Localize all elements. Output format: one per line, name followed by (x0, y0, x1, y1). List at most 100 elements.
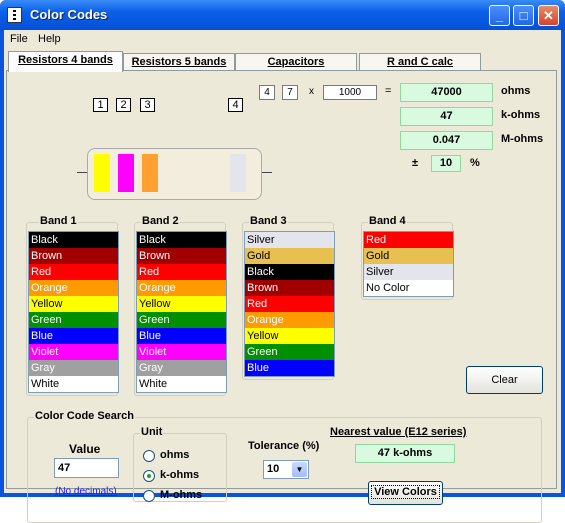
app-window: Color Codes _ □ ✕ File Help Resistors 4 … (0, 0, 565, 523)
tab-panel: 4 7 x 1000 = 47000 ohms 47 k-ohms 0.047 … (6, 70, 557, 523)
menu-file[interactable]: File (10, 33, 28, 45)
band-color-item[interactable]: Red (29, 264, 118, 280)
tolerance-selected-value: 10 (267, 463, 280, 475)
band-color-item[interactable]: Red (137, 264, 226, 280)
band2-group: Band 2 Black Brown Red Orange Yellow Green Blu… (134, 215, 227, 396)
nearest-value: 47 k-ohms (355, 444, 455, 463)
times-sign: x (309, 86, 314, 97)
band-color-item[interactable]: Silver (245, 232, 334, 248)
unit-kohms-radio[interactable] (143, 470, 155, 482)
kohms-value: 47 (400, 107, 493, 126)
kohms-unit: k-ohms (501, 109, 541, 121)
band-color-item[interactable]: Blue (245, 360, 334, 376)
title-bar[interactable]: Color Codes _ □ ✕ (0, 0, 565, 30)
minimize-button[interactable]: _ (489, 5, 510, 26)
tolerance-label: Tolerance (%) (248, 440, 320, 452)
digit1-box: 4 (259, 85, 275, 100)
tab-r-and-c-calc[interactable]: R and C calc (359, 53, 481, 71)
ohms-value: 47000 (400, 83, 493, 102)
band-label-1: 1 (93, 98, 108, 112)
band2-list[interactable]: Black Brown Red Orange Yellow Green Blue Violet… (136, 231, 227, 393)
band-color-item[interactable]: Orange (245, 312, 334, 328)
band-color-item[interactable]: Green (245, 344, 334, 360)
band-color-item[interactable]: Red (245, 296, 334, 312)
close-icon: ✕ (543, 8, 554, 23)
menu-help[interactable]: Help (38, 33, 61, 45)
minimize-icon: _ (495, 8, 504, 23)
tab-resistors-4-bands[interactable]: Resistors 4 bands (8, 51, 123, 72)
resistor-band-4 (230, 154, 246, 192)
band-color-item[interactable]: Brown (245, 280, 334, 296)
resistor-drawing (77, 148, 272, 200)
clear-button[interactable]: Clear (466, 366, 543, 394)
band-color-item[interactable]: Green (29, 312, 118, 328)
unit-mohms-label[interactable]: M-ohms (160, 489, 202, 501)
band-color-item[interactable]: Black (245, 264, 334, 280)
tolerance-select[interactable]: 10 ▼ (263, 460, 309, 479)
maximize-button[interactable]: □ (513, 5, 534, 26)
band-color-item[interactable]: Gold (245, 248, 334, 264)
band2-title: Band 2 (141, 215, 180, 227)
tab-capacitors[interactable]: Capacitors (235, 53, 357, 71)
unit-group: Unit ohms k-ohms M-ohms (133, 426, 227, 502)
no-decimals-link[interactable]: (No decimals) (55, 486, 117, 497)
tolerance-value: 10 (431, 155, 461, 172)
band-color-item[interactable]: Yellow (137, 296, 226, 312)
value-label: Value (69, 442, 101, 456)
band-color-item[interactable]: Orange (137, 280, 226, 296)
band-color-item[interactable]: Brown (29, 248, 118, 264)
search-title: Color Code Search (34, 410, 136, 422)
ohms-unit: ohms (501, 85, 531, 97)
unit-ohms-label[interactable]: ohms (160, 449, 189, 461)
maximize-icon: □ (519, 8, 528, 23)
window-client: File Help Resistors 4 bands Resistors 5 … (4, 30, 561, 523)
band1-group: Band 1 Black Brown Red Orange Yellow Green Blu… (26, 215, 119, 396)
view-colors-button[interactable]: View Colors (368, 481, 443, 505)
band1-list[interactable]: Black Brown Red Orange Yellow Green Blue Violet… (28, 231, 119, 393)
unit-ohms-radio[interactable] (143, 450, 155, 462)
unit-mohms-radio[interactable] (143, 490, 155, 502)
band1-title: Band 1 (39, 215, 78, 227)
band-color-item[interactable]: Blue (29, 328, 118, 344)
unit-kohms-label[interactable]: k-ohms (160, 469, 199, 481)
mohms-unit: M-ohms (501, 133, 544, 145)
menu-bar: File Help (4, 30, 561, 49)
band-color-item[interactable]: Gold (364, 248, 453, 264)
band-label-4: 4 (228, 98, 243, 112)
equals-sign: = (385, 85, 392, 97)
band3-list[interactable]: Silver Gold Black Brown Red Orange Yellow Green… (244, 231, 335, 377)
band4-group: Band 4 Red Gold Silver No Color (361, 215, 454, 300)
band4-list[interactable]: Red Gold Silver No Color (363, 231, 454, 297)
band-color-item[interactable]: White (137, 376, 226, 392)
band3-title: Band 3 (249, 215, 288, 227)
band-color-item[interactable]: Red (364, 232, 453, 248)
band-color-item[interactable]: Violet (137, 344, 226, 360)
band-color-item[interactable]: Silver (364, 264, 453, 280)
tab-resistors-5-bands[interactable]: Resistors 5 bands (123, 53, 235, 71)
close-button[interactable]: ✕ (538, 5, 559, 26)
digit2-box: 7 (282, 85, 298, 100)
resistor-band-3 (142, 154, 158, 192)
band-color-item[interactable]: Brown (137, 248, 226, 264)
mohms-value: 0.047 (400, 131, 493, 150)
window-title: Color Codes (30, 7, 108, 22)
chevron-down-icon[interactable]: ▼ (292, 462, 307, 477)
band-color-item[interactable]: Yellow (29, 296, 118, 312)
band-color-item[interactable]: Blue (137, 328, 226, 344)
color-code-search-group: Color Code Search Value (No decimals) Un… (27, 410, 542, 523)
band-color-item[interactable]: Black (29, 232, 118, 248)
multiplier-box: 1000 (323, 85, 377, 100)
band-color-item[interactable]: No Color (364, 280, 453, 296)
band-color-item[interactable]: Yellow (245, 328, 334, 344)
band-color-item[interactable]: Green (137, 312, 226, 328)
nearest-value-label: Nearest value (E12 series) (330, 426, 467, 438)
band-color-item[interactable]: Gray (29, 360, 118, 376)
band-color-item[interactable]: Violet (29, 344, 118, 360)
band-color-item[interactable]: Black (137, 232, 226, 248)
value-input[interactable] (54, 458, 119, 478)
band-color-item[interactable]: White (29, 376, 118, 392)
resistor-band-2 (118, 154, 134, 192)
band-color-item[interactable]: Orange (29, 280, 118, 296)
unit-title: Unit (140, 426, 164, 438)
band-color-item[interactable]: Gray (137, 360, 226, 376)
